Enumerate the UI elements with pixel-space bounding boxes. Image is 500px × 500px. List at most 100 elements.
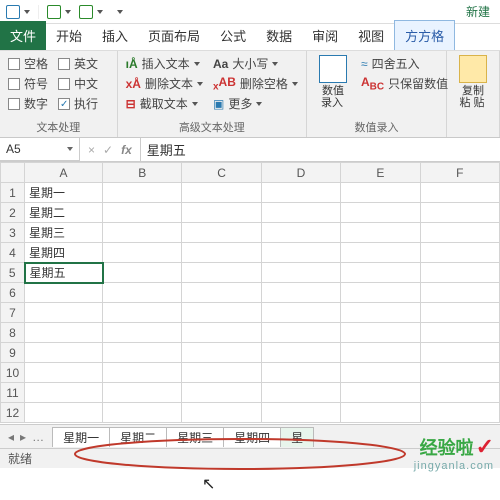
row-header[interactable]: 7 <box>1 303 25 323</box>
cell[interactable] <box>103 383 182 403</box>
tab-formulas[interactable]: 公式 <box>210 21 256 50</box>
btn-remove-space[interactable]: xAB删除空格 <box>213 75 298 92</box>
sheet-tab[interactable]: 星期四 <box>223 427 281 447</box>
btn-round[interactable]: ≈四舍五入 <box>361 55 448 72</box>
btn-case[interactable]: Aa大小写 <box>213 55 298 72</box>
cell[interactable] <box>182 223 261 243</box>
sheet-tab[interactable]: 星期三 <box>166 427 224 447</box>
cell[interactable]: 星期一 <box>25 183 103 203</box>
cell[interactable] <box>341 303 420 323</box>
cell[interactable] <box>341 363 420 383</box>
row-header[interactable]: 8 <box>1 323 25 343</box>
cell[interactable] <box>420 243 499 263</box>
tab-insert[interactable]: 插入 <box>92 21 138 50</box>
cell[interactable] <box>261 363 340 383</box>
fx-icon[interactable]: fx <box>121 143 132 157</box>
tab-home[interactable]: 开始 <box>46 21 92 50</box>
cell[interactable] <box>103 403 182 423</box>
cell[interactable] <box>420 343 499 363</box>
cell[interactable] <box>261 263 340 283</box>
cell[interactable] <box>25 283 103 303</box>
row-header[interactable]: 3 <box>1 223 25 243</box>
cancel-icon[interactable]: × <box>88 143 95 157</box>
cell[interactable] <box>182 383 261 403</box>
undo-icon[interactable] <box>47 5 61 19</box>
cell[interactable] <box>261 203 340 223</box>
cell[interactable] <box>420 363 499 383</box>
cell[interactable] <box>182 323 261 343</box>
row-header[interactable]: 1 <box>1 183 25 203</box>
btn-keep-number[interactable]: ABC只保留数值 <box>361 75 448 92</box>
sheet-nav[interactable]: ◂▸… <box>0 430 52 444</box>
chk-space[interactable]: 空格 <box>8 55 48 72</box>
row-header[interactable]: 6 <box>1 283 25 303</box>
chk-english[interactable]: 英文 <box>58 55 104 72</box>
cell[interactable] <box>420 303 499 323</box>
select-all[interactable] <box>1 163 25 183</box>
name-box[interactable]: A5 <box>0 138 80 161</box>
cell[interactable] <box>182 283 261 303</box>
btn-delete-text[interactable]: xÅ删除文本 <box>126 75 203 92</box>
cell[interactable] <box>182 243 261 263</box>
cell[interactable] <box>341 403 420 423</box>
col-header[interactable]: D <box>261 163 340 183</box>
btn-trim-text[interactable]: ⊟截取文本 <box>126 95 203 112</box>
tab-data[interactable]: 数据 <box>256 21 302 50</box>
qat-dd-2[interactable] <box>65 10 71 14</box>
cell[interactable] <box>341 223 420 243</box>
col-header[interactable]: C <box>182 163 261 183</box>
btn-more[interactable]: ▣更多 <box>213 95 298 112</box>
enter-icon[interactable]: ✓ <box>103 143 113 157</box>
cell[interactable] <box>341 203 420 223</box>
cell[interactable] <box>103 263 182 283</box>
tab-ffcell[interactable]: 方方格 <box>394 20 455 50</box>
cell[interactable] <box>182 363 261 383</box>
row-header[interactable]: 2 <box>1 203 25 223</box>
cell[interactable] <box>182 263 261 283</box>
cell[interactable] <box>103 363 182 383</box>
cell[interactable] <box>261 303 340 323</box>
cell[interactable] <box>103 283 182 303</box>
formula-input[interactable]: 星期五 <box>141 138 500 161</box>
cell[interactable] <box>103 203 182 223</box>
cell[interactable] <box>25 403 103 423</box>
row-header[interactable]: 11 <box>1 383 25 403</box>
cell[interactable] <box>420 183 499 203</box>
row-header[interactable]: 4 <box>1 243 25 263</box>
sheet-tab[interactable]: 星期一 <box>52 427 110 447</box>
cell[interactable] <box>182 343 261 363</box>
row-header[interactable]: 9 <box>1 343 25 363</box>
cell[interactable] <box>182 183 261 203</box>
sheet-tab[interactable]: 星 <box>280 427 314 447</box>
chk-number[interactable]: 数字 <box>8 95 48 112</box>
cell[interactable]: 星期三 <box>25 223 103 243</box>
cell[interactable] <box>420 403 499 423</box>
cell[interactable] <box>341 243 420 263</box>
cell[interactable] <box>261 323 340 343</box>
cell[interactable] <box>25 303 103 323</box>
save-icon[interactable] <box>6 5 20 19</box>
cell[interactable] <box>25 383 103 403</box>
row-header[interactable]: 12 <box>1 403 25 423</box>
chk-chinese[interactable]: 中文 <box>58 75 104 92</box>
tab-file[interactable]: 文件 <box>0 21 46 50</box>
col-header[interactable]: E <box>341 163 420 183</box>
cell[interactable] <box>420 383 499 403</box>
cell[interactable] <box>103 323 182 343</box>
chk-symbol[interactable]: 符号 <box>8 75 48 92</box>
cell[interactable] <box>103 343 182 363</box>
cell[interactable] <box>261 243 340 263</box>
row-header[interactable]: 5 <box>1 263 25 283</box>
col-header[interactable]: F <box>420 163 499 183</box>
cell[interactable] <box>341 283 420 303</box>
worksheet[interactable]: ABCDEF 1星期一2星期二3星期三4星期四5星期五6789101112 <box>0 162 500 424</box>
col-header[interactable]: B <box>103 163 182 183</box>
cell[interactable] <box>420 323 499 343</box>
cell[interactable] <box>341 323 420 343</box>
row-header[interactable]: 10 <box>1 363 25 383</box>
chk-execute[interactable]: 执行 <box>58 95 104 112</box>
cell[interactable]: 星期二 <box>25 203 103 223</box>
cell[interactable] <box>103 223 182 243</box>
cell[interactable] <box>341 183 420 203</box>
cell[interactable] <box>261 223 340 243</box>
